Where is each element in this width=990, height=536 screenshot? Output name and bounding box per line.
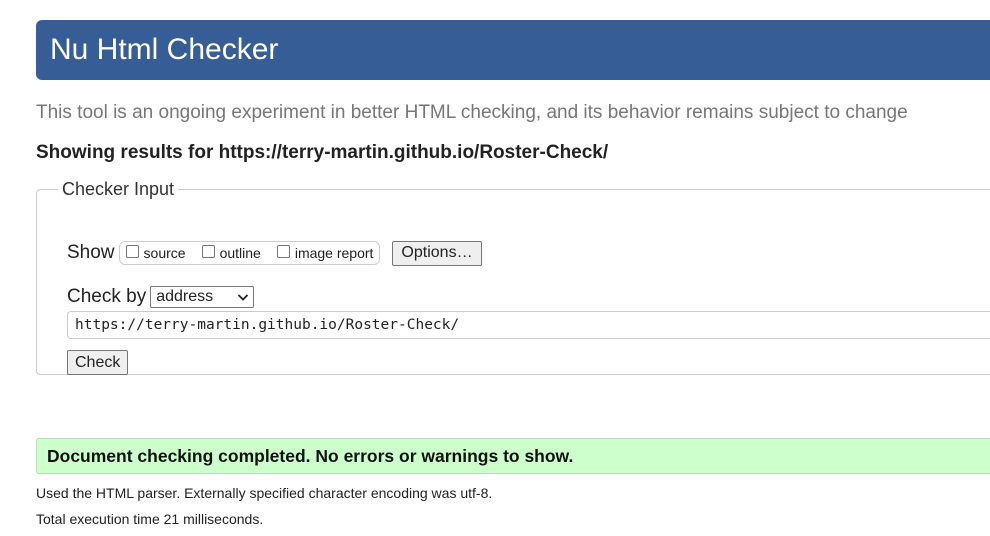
show-source-option[interactable]: source [125,244,186,261]
site-header: Nu Html Checker [36,20,990,80]
check-by-label: Check by [67,286,147,307]
source-checkbox-label[interactable]: source [144,245,186,261]
options-button[interactable]: Options… [392,240,482,266]
image-report-checkbox[interactable] [276,244,290,258]
show-row: Show source outline image report Options… [67,240,482,266]
check-button[interactable]: Check [67,350,129,375]
source-checkbox[interactable] [125,244,139,258]
tagline: This tool is an ongoing experiment in be… [36,102,908,123]
show-options-box: source outline image report [118,241,381,265]
checker-input-fieldset: Checker Input Show source outline image … [36,179,990,375]
check-by-row: Check by address [67,285,255,309]
outline-checkbox-label[interactable]: outline [220,245,261,261]
show-image-report-option[interactable]: image report [276,244,374,261]
image-report-checkbox-label[interactable]: image report [295,245,374,261]
chevron-down-icon [238,294,249,301]
site-title[interactable]: Nu Html Checker [50,20,990,80]
url-input[interactable]: https://terry-martin.github.io/Roster-Ch… [67,311,990,339]
show-outline-option[interactable]: outline [201,244,261,261]
check-by-selected-value: address [156,288,214,305]
results-heading: Showing results for https://terry-martin… [36,142,609,163]
check-by-select[interactable]: address [150,286,255,308]
checker-input-legend: Checker Input [62,179,175,199]
success-message: Document checking completed. No errors o… [36,438,990,474]
execution-time: Total execution time 21 milliseconds. [36,511,264,527]
show-label: Show [67,242,115,263]
page: Nu Html Checker This tool is an ongoing … [0,0,990,536]
outline-checkbox[interactable] [201,244,215,258]
parser-info: Used the HTML parser. Externally specifi… [36,485,493,501]
